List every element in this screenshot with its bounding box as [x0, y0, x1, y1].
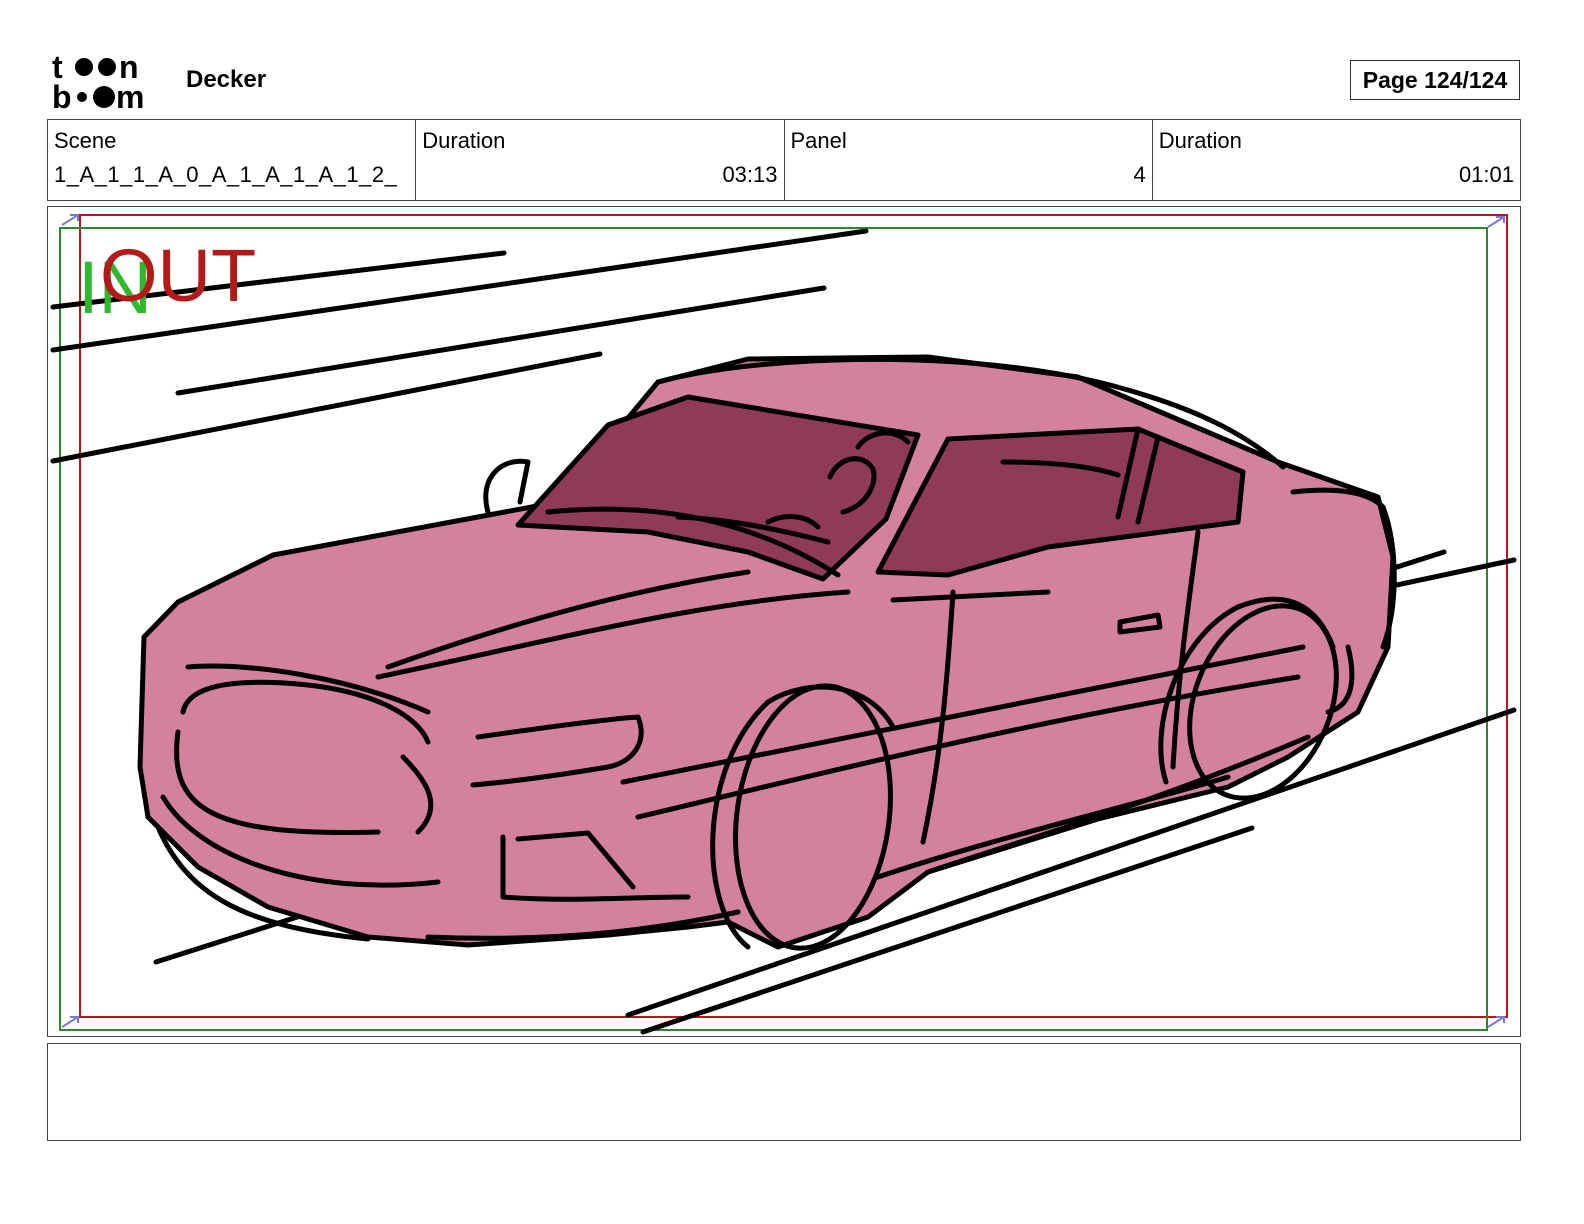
panel-label: Panel [790, 128, 847, 153]
toonboom-logo: t n b m [52, 49, 162, 115]
scene-duration-cell: Duration 03:13 [416, 120, 785, 200]
scene-value: 1_A_1_1_A_0_A_1_A_1_A_1_2_ [54, 162, 398, 187]
storyboard-panel: IN OUT [47, 206, 1521, 1037]
svg-text:m: m [116, 79, 144, 112]
panel-info-table: Scene 1_A_1_1_A_0_A_1_A_1_A_1_2_ Duratio… [47, 119, 1521, 201]
panel-duration-label: Duration [1158, 128, 1242, 153]
out-marker: OUT [100, 234, 257, 317]
scene-duration-value: 03:13 [722, 162, 778, 187]
svg-text:b: b [52, 79, 72, 112]
panel-drawing [50, 214, 1517, 1035]
scene-label: Scene [54, 128, 117, 153]
panel-notes-box[interactable] [47, 1043, 1521, 1141]
scene-duration-label: Duration [422, 128, 506, 153]
scene-cell: Scene 1_A_1_1_A_0_A_1_A_1_A_1_2_ [48, 120, 417, 200]
panel-duration-cell: Duration 01:01 [1153, 120, 1520, 200]
panel-value: 4 [1133, 162, 1146, 187]
panel-cell: Panel 4 [785, 120, 1153, 200]
page-number: Page 124/124 [1350, 60, 1520, 100]
panel-duration-value: 01:01 [1458, 162, 1514, 187]
project-title: Decker [186, 66, 267, 93]
